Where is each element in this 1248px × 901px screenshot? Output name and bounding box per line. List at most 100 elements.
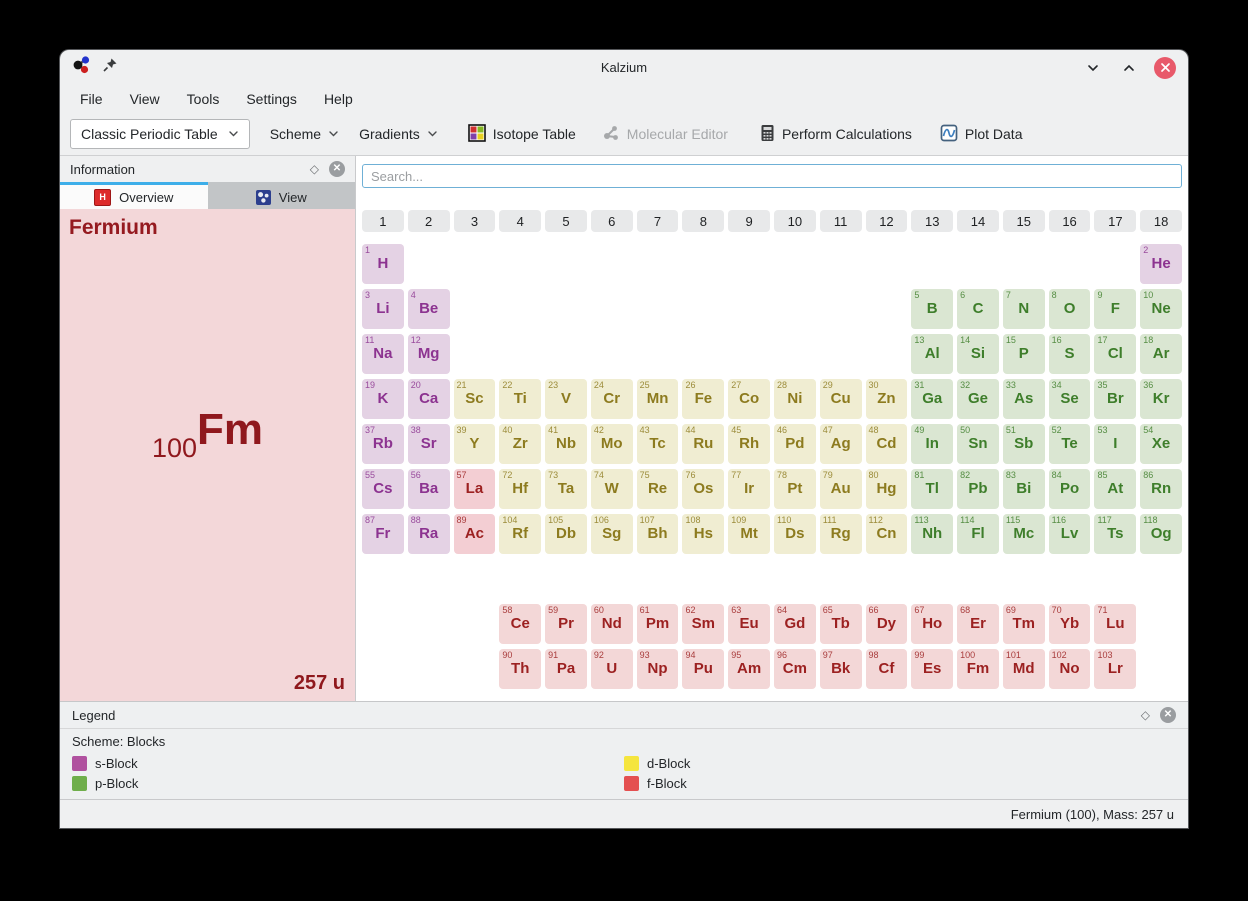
element-cell-W[interactable]: 74W bbox=[591, 469, 633, 509]
element-cell-Mt[interactable]: 109Mt bbox=[728, 514, 770, 554]
element-cell-Nd[interactable]: 60Nd bbox=[591, 604, 633, 644]
element-cell-Nb[interactable]: 41Nb bbox=[545, 424, 587, 464]
element-cell-K[interactable]: 19K bbox=[362, 379, 404, 419]
tab-view[interactable]: View bbox=[208, 182, 356, 209]
element-cell-Nh[interactable]: 113Nh bbox=[911, 514, 953, 554]
element-cell-Co[interactable]: 27Co bbox=[728, 379, 770, 419]
group-number-button[interactable]: 9 bbox=[728, 210, 770, 232]
element-cell-Kr[interactable]: 36Kr bbox=[1140, 379, 1182, 419]
gradients-menu-button[interactable]: Gradients bbox=[359, 126, 438, 142]
element-cell-S[interactable]: 16S bbox=[1049, 334, 1091, 374]
element-cell-Er[interactable]: 68Er bbox=[957, 604, 999, 644]
element-cell-Br[interactable]: 35Br bbox=[1094, 379, 1136, 419]
element-cell-Cd[interactable]: 48Cd bbox=[866, 424, 908, 464]
element-cell-Gd[interactable]: 64Gd bbox=[774, 604, 816, 644]
element-cell-Ne[interactable]: 10Ne bbox=[1140, 289, 1182, 329]
element-cell-U[interactable]: 92U bbox=[591, 649, 633, 689]
element-cell-Hf[interactable]: 72Hf bbox=[499, 469, 541, 509]
element-cell-Cn[interactable]: 112Cn bbox=[866, 514, 908, 554]
group-number-button[interactable]: 6 bbox=[591, 210, 633, 232]
element-cell-Ni[interactable]: 28Ni bbox=[774, 379, 816, 419]
element-cell-C[interactable]: 6C bbox=[957, 289, 999, 329]
element-cell-Am[interactable]: 95Am bbox=[728, 649, 770, 689]
group-number-button[interactable]: 8 bbox=[682, 210, 724, 232]
group-number-button[interactable]: 7 bbox=[637, 210, 679, 232]
element-cell-V[interactable]: 23V bbox=[545, 379, 587, 419]
element-cell-Pa[interactable]: 91Pa bbox=[545, 649, 587, 689]
element-cell-Al[interactable]: 13Al bbox=[911, 334, 953, 374]
element-cell-Ru[interactable]: 44Ru bbox=[682, 424, 724, 464]
element-cell-Sr[interactable]: 38Sr bbox=[408, 424, 450, 464]
group-number-button[interactable]: 18 bbox=[1140, 210, 1182, 232]
search-input[interactable] bbox=[362, 164, 1182, 188]
element-cell-Rn[interactable]: 86Rn bbox=[1140, 469, 1182, 509]
element-cell-Th[interactable]: 90Th bbox=[499, 649, 541, 689]
element-cell-Mn[interactable]: 25Mn bbox=[637, 379, 679, 419]
group-number-button[interactable]: 16 bbox=[1049, 210, 1091, 232]
element-cell-Ge[interactable]: 32Ge bbox=[957, 379, 999, 419]
element-cell-Bk[interactable]: 97Bk bbox=[820, 649, 862, 689]
element-cell-N[interactable]: 7N bbox=[1003, 289, 1045, 329]
element-cell-Np[interactable]: 93Np bbox=[637, 649, 679, 689]
element-cell-Tm[interactable]: 69Tm bbox=[1003, 604, 1045, 644]
perform-calculations-button[interactable]: Perform Calculations bbox=[760, 124, 912, 145]
element-cell-Md[interactable]: 101Md bbox=[1003, 649, 1045, 689]
element-cell-Ir[interactable]: 77Ir bbox=[728, 469, 770, 509]
element-cell-Cu[interactable]: 29Cu bbox=[820, 379, 862, 419]
element-cell-Ta[interactable]: 73Ta bbox=[545, 469, 587, 509]
element-cell-Fr[interactable]: 87Fr bbox=[362, 514, 404, 554]
close-panel-icon[interactable]: ✕ bbox=[1160, 707, 1176, 723]
element-cell-Ho[interactable]: 67Ho bbox=[911, 604, 953, 644]
element-cell-Pu[interactable]: 94Pu bbox=[682, 649, 724, 689]
element-cell-Cs[interactable]: 55Cs bbox=[362, 469, 404, 509]
group-number-button[interactable]: 13 bbox=[911, 210, 953, 232]
element-cell-Bh[interactable]: 107Bh bbox=[637, 514, 679, 554]
element-cell-He[interactable]: 2He bbox=[1140, 244, 1182, 284]
element-cell-Eu[interactable]: 63Eu bbox=[728, 604, 770, 644]
element-cell-Re[interactable]: 75Re bbox=[637, 469, 679, 509]
element-cell-Na[interactable]: 11Na bbox=[362, 334, 404, 374]
element-cell-Rb[interactable]: 37Rb bbox=[362, 424, 404, 464]
group-number-button[interactable]: 3 bbox=[454, 210, 496, 232]
element-cell-Te[interactable]: 52Te bbox=[1049, 424, 1091, 464]
element-cell-Ga[interactable]: 31Ga bbox=[911, 379, 953, 419]
element-cell-Li[interactable]: 3Li bbox=[362, 289, 404, 329]
element-cell-Pd[interactable]: 46Pd bbox=[774, 424, 816, 464]
isotope-table-button[interactable]: Isotope Table bbox=[468, 124, 576, 145]
element-cell-Mc[interactable]: 115Mc bbox=[1003, 514, 1045, 554]
menu-view[interactable]: View bbox=[130, 91, 160, 107]
element-cell-Lv[interactable]: 116Lv bbox=[1049, 514, 1091, 554]
element-cell-Mg[interactable]: 12Mg bbox=[408, 334, 450, 374]
element-cell-Xe[interactable]: 54Xe bbox=[1140, 424, 1182, 464]
plot-data-button[interactable]: Plot Data bbox=[940, 124, 1023, 145]
element-cell-Db[interactable]: 105Db bbox=[545, 514, 587, 554]
element-cell-Sm[interactable]: 62Sm bbox=[682, 604, 724, 644]
tab-overview[interactable]: H Overview bbox=[60, 182, 208, 209]
element-cell-H[interactable]: 1H bbox=[362, 244, 404, 284]
element-cell-Bi[interactable]: 83Bi bbox=[1003, 469, 1045, 509]
element-cell-Si[interactable]: 14Si bbox=[957, 334, 999, 374]
maximize-button[interactable] bbox=[1118, 57, 1140, 79]
element-cell-Cm[interactable]: 96Cm bbox=[774, 649, 816, 689]
element-cell-No[interactable]: 102No bbox=[1049, 649, 1091, 689]
element-cell-Es[interactable]: 99Es bbox=[911, 649, 953, 689]
element-cell-Ag[interactable]: 47Ag bbox=[820, 424, 862, 464]
element-cell-Cf[interactable]: 98Cf bbox=[866, 649, 908, 689]
element-cell-Ac[interactable]: 89Ac bbox=[454, 514, 496, 554]
element-cell-Mo[interactable]: 42Mo bbox=[591, 424, 633, 464]
element-cell-Y[interactable]: 39Y bbox=[454, 424, 496, 464]
close-button[interactable] bbox=[1154, 57, 1176, 79]
element-cell-Pt[interactable]: 78Pt bbox=[774, 469, 816, 509]
element-cell-Zr[interactable]: 40Zr bbox=[499, 424, 541, 464]
element-cell-La[interactable]: 57La bbox=[454, 469, 496, 509]
element-cell-I[interactable]: 53I bbox=[1094, 424, 1136, 464]
group-number-button[interactable]: 1 bbox=[362, 210, 404, 232]
element-cell-Rh[interactable]: 45Rh bbox=[728, 424, 770, 464]
float-panel-icon[interactable]: ◇ bbox=[310, 162, 319, 176]
element-cell-Rf[interactable]: 104Rf bbox=[499, 514, 541, 554]
group-number-button[interactable]: 11 bbox=[820, 210, 862, 232]
menu-settings[interactable]: Settings bbox=[246, 91, 297, 107]
element-cell-F[interactable]: 9F bbox=[1094, 289, 1136, 329]
group-number-button[interactable]: 14 bbox=[957, 210, 999, 232]
element-cell-Au[interactable]: 79Au bbox=[820, 469, 862, 509]
